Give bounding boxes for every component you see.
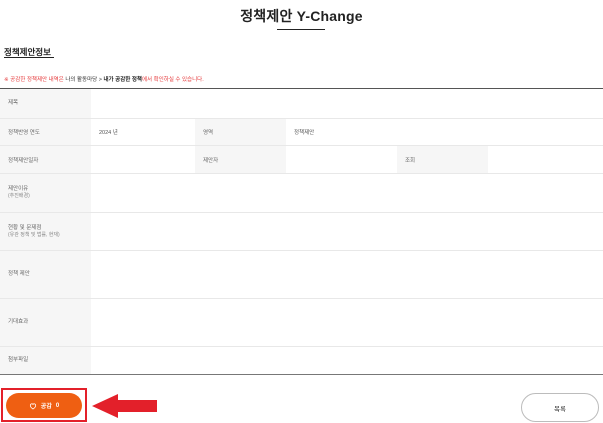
subject-label: 제목 (0, 89, 91, 118)
status-sub: (유관 정책 및 법률, 현재) (8, 231, 60, 238)
field-label: 영역 (195, 119, 286, 145)
notice-prefix: ※ 공감한 정책제안 내역은 (4, 77, 66, 83)
attachment-value (91, 347, 603, 374)
heart-outline-icon (29, 402, 37, 410)
date-value (91, 146, 195, 173)
field-value: 정책제안 (294, 130, 315, 136)
page-title: 정책제안 Y-Change (240, 8, 363, 24)
notice-path: 나의 활동마당 > (65, 77, 104, 83)
row-attachment: 첨부파일 (0, 347, 603, 375)
row-year: 정책반영 연도 2024 년 영역 정책제안 (0, 119, 603, 146)
row-status: 현황 및 문제점 (유관 정책 및 법률, 현재) (0, 213, 603, 251)
subject-value (91, 89, 603, 118)
notice-highlight: 내가 공감한 정책 (103, 77, 142, 83)
year-label: 정책반영 연도 (0, 119, 91, 145)
effect-label: 기대효과 (0, 299, 91, 346)
row-reason: 제안이유 (추진배경) (0, 174, 603, 213)
date-label: 정책제안일자 (0, 146, 91, 173)
reason-value (91, 174, 603, 212)
like-label: 공감 (40, 404, 52, 410)
like-count: 0 (55, 402, 60, 409)
views-value (488, 146, 603, 173)
notice-text: ※ 공감한 정책제안 내역은 나의 활동마당 > 내가 공감한 정책에서 확인하… (4, 75, 204, 83)
status-label: 현황 및 문제점 (유관 정책 및 법률, 현재) (0, 213, 91, 250)
row-date: 정책제안일자 제안자 조회 (0, 146, 603, 174)
effect-value (91, 299, 603, 346)
section-underline (4, 57, 54, 58)
year-value: 2024 년 (99, 130, 118, 136)
proposer-value (286, 146, 397, 173)
left-arrow-icon (92, 394, 157, 418)
reason-sub: (추진배경) (8, 193, 30, 200)
list-button[interactable]: 목록 (521, 393, 599, 422)
proposal-value (91, 251, 603, 298)
row-effect: 기대효과 (0, 299, 603, 347)
title-underline (277, 29, 325, 30)
notice-suffix: 에서 확인하실 수 있습니다. (141, 77, 204, 83)
views-label: 조회 (397, 146, 488, 173)
reason-label: 제안이유 (추진배경) (0, 174, 91, 212)
status-value (91, 213, 603, 250)
attachment-label: 첨부파일 (0, 347, 91, 374)
proposal-info-table: 제목 정책반영 연도 2024 년 영역 정책제안 정책제안일자 제안자 조회 … (0, 88, 603, 375)
row-subject: 제목 (0, 89, 603, 119)
proposer-label: 제안자 (195, 146, 286, 173)
like-button[interactable]: 공감 0 (6, 393, 82, 418)
proposal-label: 정책 제안 (0, 251, 91, 298)
row-proposal: 정책 제안 (0, 251, 603, 299)
